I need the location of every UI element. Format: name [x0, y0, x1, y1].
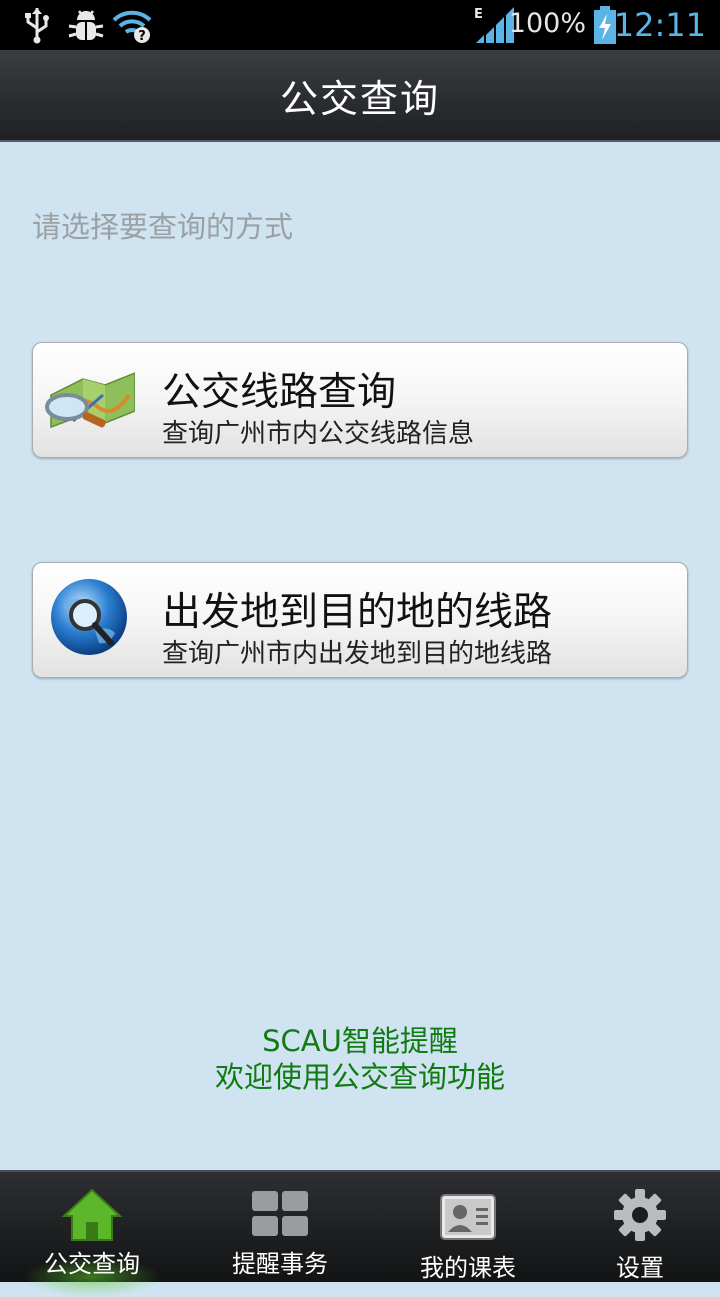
nav-item-my-schedule[interactable]: 我的课表 — [378, 1172, 558, 1282]
query-method-prompt: 请选择要查询的方式 — [32, 210, 294, 244]
svg-text:?: ? — [138, 29, 146, 44]
nav-label: 设置 — [616, 1254, 664, 1282]
nav-label: 公交查询 — [44, 1250, 140, 1278]
contact-card-icon — [440, 1194, 496, 1244]
bus-route-query-button[interactable]: 公交线路查询 查询广州市内公交线路信息 — [32, 342, 688, 458]
nav-label: 提醒事务 — [232, 1250, 328, 1278]
nav-item-settings[interactable]: 设置 — [550, 1172, 720, 1282]
option-subtitle: 查询广州市内出发地到目的地线路 — [162, 639, 553, 669]
battery-percent: 100% — [508, 8, 586, 39]
nav-label: 我的课表 — [420, 1254, 516, 1282]
debug-bug-icon — [66, 6, 106, 44]
option-title: 出发地到目的地的线路 — [162, 590, 553, 635]
grid-icon — [251, 1190, 309, 1242]
network-type-label: E — [474, 7, 483, 22]
title-bar: 公交查询 — [0, 50, 720, 142]
page-title: 公交查询 — [279, 76, 440, 121]
gear-icon — [613, 1188, 667, 1246]
clock: 12:11 — [613, 6, 706, 44]
map-magnifier-icon — [43, 355, 136, 445]
status-bar: ? E 100% 12:11 — [0, 0, 720, 50]
usb-icon — [22, 6, 52, 44]
origin-destination-route-button[interactable]: 出发地到目的地的线路 查询广州市内出发地到目的地线路 — [32, 562, 688, 678]
option-subtitle: 查询广州市内公交线路信息 — [162, 419, 475, 449]
main-content: 请选择要查询的方式 公交线路查询 查询广州市内公交线路信息 出发地到目的地的线路… — [0, 142, 720, 1170]
home-icon — [61, 1188, 123, 1246]
bottom-navigation: 公交查询 提醒事务 我的课表 设置 — [0, 1170, 720, 1297]
nav-item-bus-query[interactable]: 公交查询 — [2, 1172, 182, 1297]
option-title: 公交线路查询 — [162, 370, 397, 415]
globe-search-icon — [43, 575, 135, 665]
wifi-unknown-icon: ? — [112, 6, 154, 44]
welcome-message: 欢迎使用公交查询功能 — [214, 1060, 505, 1094]
nav-item-reminders[interactable]: 提醒事务 — [190, 1172, 370, 1282]
